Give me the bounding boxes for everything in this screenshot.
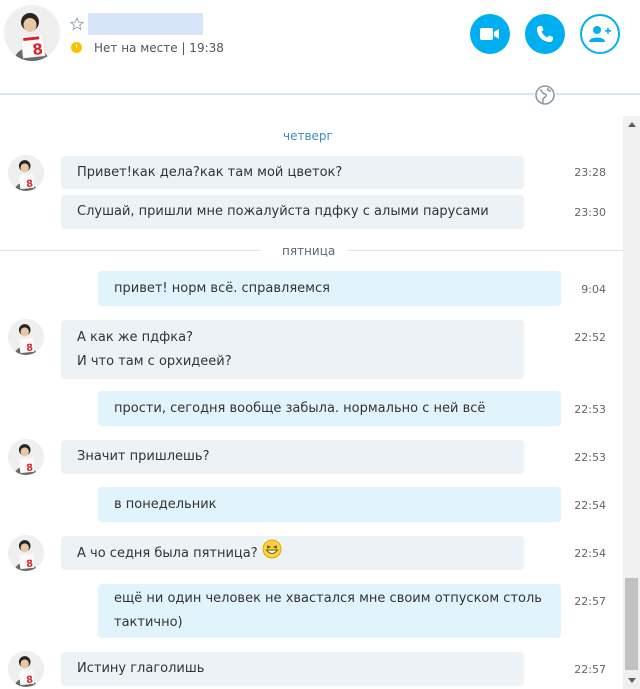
day-separator-line: [0, 250, 260, 251]
message-text: прости, сегодня вообще забыла. нормально…: [114, 400, 486, 416]
contact-name-redacted: [88, 13, 203, 35]
add-participant-button[interactable]: [580, 14, 620, 54]
phone-icon: [537, 26, 553, 42]
message-text-line: ещё ни один человек не хвастался мне сво…: [114, 591, 542, 606]
message-bubble[interactable]: Истину глаголишь: [61, 652, 524, 686]
chat-scrollbar[interactable]: [623, 116, 640, 689]
contact-avatar[interactable]: 8: [4, 5, 60, 61]
message-time: 22:57: [574, 595, 606, 608]
day-separator-line: [348, 250, 623, 251]
laughing-emoji-icon: [262, 539, 282, 568]
message-bubble[interactable]: в понедельник: [98, 487, 561, 522]
message-text-line: И что там с орхидеей?: [77, 353, 232, 369]
message-time: 22:54: [574, 499, 606, 512]
message-time: 22:52: [574, 331, 606, 344]
message-bubble[interactable]: прости, сегодня вообще забыла. нормально…: [98, 391, 561, 426]
sender-avatar[interactable]: 8: [8, 155, 44, 191]
message-bubble[interactable]: Значит пришлешь?: [61, 440, 524, 474]
scroll-up-arrow-icon[interactable]: [623, 116, 640, 133]
day-separator-friday: пятница: [282, 244, 336, 258]
scroll-thumb[interactable]: [625, 578, 638, 670]
message-bubble[interactable]: Привет!как дела?как там мой цветок?: [61, 156, 524, 189]
message-text: Значит пришлешь?: [77, 449, 210, 464]
message-text: привет! норм всё. справляемся: [114, 280, 330, 296]
day-separator-thursday: четверг: [283, 129, 333, 143]
message-text: в понедельник: [114, 496, 217, 512]
message-bubble[interactable]: А чо седня была пятница?: [61, 536, 524, 570]
message-text: А чо седня была пятница?: [77, 545, 258, 561]
message-time: 9:04: [581, 283, 606, 296]
message-bubble[interactable]: привет! норм всё. справляемся: [98, 271, 561, 306]
audio-call-button[interactable]: [525, 14, 565, 54]
message-text-line: А как же пдфка?: [77, 329, 193, 345]
svg-text:8: 8: [31, 40, 43, 59]
video-call-button[interactable]: [470, 14, 510, 54]
message-time: 23:28: [574, 166, 606, 179]
message-time: 23:30: [574, 206, 606, 219]
video-camera-icon: [480, 28, 499, 40]
sender-avatar[interactable]: 8: [8, 535, 44, 571]
message-text: Слушай, пришли мне пожалуйста пдфку с ал…: [77, 204, 489, 219]
message-text: Истину глаголишь: [77, 661, 205, 676]
status-text: Нет на месте | 19:38: [94, 41, 224, 55]
message-time: 22:57: [574, 663, 606, 676]
globe-icon[interactable]: [534, 84, 556, 106]
message-time: 22:53: [574, 403, 606, 416]
message-text: Привет!как дела?как там мой цветок?: [77, 164, 343, 180]
message-bubble[interactable]: А как же пдфка? И что там с орхидеей?: [61, 320, 524, 379]
favorite-star-icon[interactable]: [69, 16, 85, 31]
sender-avatar[interactable]: 8: [8, 319, 44, 355]
away-status-icon: [71, 42, 82, 53]
sender-avatar[interactable]: 8: [8, 651, 44, 687]
add-person-icon: [589, 26, 611, 42]
message-text-line: тактично): [114, 615, 183, 630]
scroll-down-arrow-icon[interactable]: [623, 672, 640, 689]
message-time: 22:53: [574, 451, 606, 464]
chat-header: 8 Нет на месте | 19:38: [0, 0, 640, 94]
message-time: 22:54: [574, 547, 606, 560]
message-bubble[interactable]: ещё ни один человек не хвастался мне сво…: [98, 584, 561, 638]
message-bubble[interactable]: Слушай, пришли мне пожалуйста пдфку с ал…: [61, 195, 524, 229]
sender-avatar[interactable]: 8: [8, 439, 44, 475]
